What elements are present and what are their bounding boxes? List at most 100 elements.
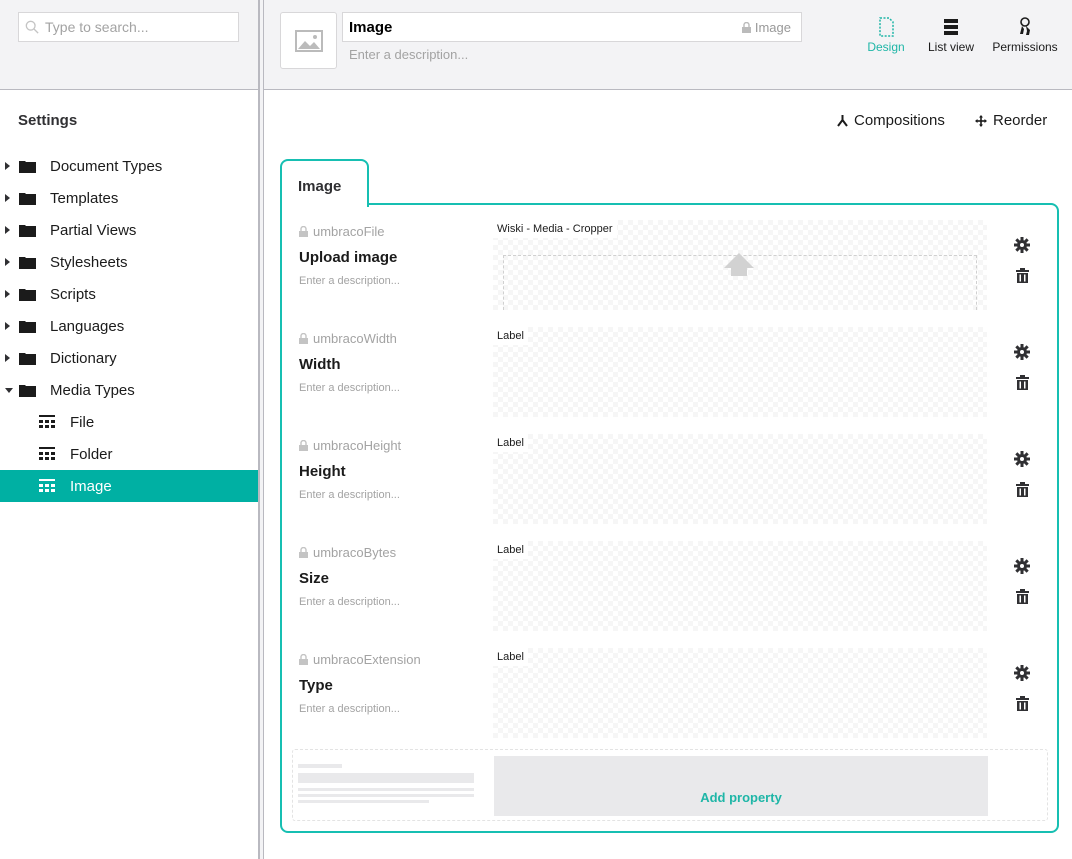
property-alias[interactable]: umbracoFile <box>299 224 385 239</box>
icon-picker[interactable] <box>280 12 337 69</box>
caret-right-icon[interactable] <box>5 226 10 234</box>
tree-item-folder[interactable]: Folder <box>0 438 258 470</box>
tree-item-document-types[interactable]: Document Types <box>0 150 258 182</box>
compositions-icon <box>837 114 848 127</box>
trash-icon[interactable] <box>1016 482 1029 497</box>
skeleton-line <box>298 773 474 783</box>
tree-item-templates[interactable]: Templates <box>0 182 258 214</box>
tree-item-image[interactable]: Image <box>0 470 258 502</box>
property-editor-preview[interactable]: Label <box>493 648 987 738</box>
lock-icon <box>299 654 308 665</box>
media-type-icon <box>39 479 55 492</box>
gear-icon[interactable] <box>1014 237 1030 253</box>
list-icon <box>944 19 958 35</box>
tree-item-partial-views[interactable]: Partial Views <box>0 214 258 246</box>
lock-icon <box>299 547 308 558</box>
property-editor-preview[interactable]: Label <box>493 327 987 417</box>
caret-right-icon[interactable] <box>5 194 10 202</box>
name-input[interactable]: Image Image <box>342 12 802 42</box>
gear-icon[interactable] <box>1014 344 1030 360</box>
name-value: Image <box>349 18 393 36</box>
sidebar: Settings Document Types Templates Partia… <box>0 0 258 859</box>
tab-design[interactable]: Design <box>860 17 912 54</box>
property-description[interactable]: Enter a description... <box>299 489 400 501</box>
media-type-icon <box>39 447 55 460</box>
tree-item-label: Languages <box>50 317 125 335</box>
caret-right-icon[interactable] <box>5 354 10 362</box>
trash-icon[interactable] <box>1016 589 1029 604</box>
property-description[interactable]: Enter a description... <box>299 703 400 715</box>
property-description[interactable]: Enter a description... <box>299 275 400 287</box>
editor-type: Label <box>493 648 528 666</box>
tree-item-languages[interactable]: Languages <box>0 310 258 342</box>
property-description[interactable]: Enter a description... <box>299 596 400 608</box>
property-row[interactable]: umbracoBytes Size Enter a description...… <box>299 541 1039 631</box>
gear-icon[interactable] <box>1014 665 1030 681</box>
tree-item-label: Media Types <box>50 381 135 399</box>
compositions-button[interactable]: Compositions <box>837 112 945 129</box>
folder-icon <box>19 256 36 269</box>
property-row[interactable]: umbracoHeight Height Enter a description… <box>299 434 1039 524</box>
property-name[interactable]: Width <box>299 356 341 373</box>
description-input[interactable]: Enter a description... <box>349 47 468 62</box>
folder-icon <box>19 288 36 301</box>
property-row[interactable]: umbracoFile Upload image Enter a descrip… <box>299 220 1039 310</box>
caret-right-icon[interactable] <box>5 162 10 170</box>
property-row[interactable]: umbracoExtension Type Enter a descriptio… <box>299 648 1039 738</box>
property-name[interactable]: Type <box>299 677 333 694</box>
tab-permissions[interactable]: Permissions <box>990 17 1060 54</box>
property-editor-preview[interactable]: Wiski - Media - Cropper <box>493 220 987 310</box>
editor-type: Label <box>493 327 528 345</box>
search-icon <box>25 20 39 34</box>
property-description[interactable]: Enter a description... <box>299 382 400 394</box>
alias-field[interactable]: Image <box>741 20 791 35</box>
trash-icon[interactable] <box>1016 375 1029 390</box>
group-tab[interactable]: Image <box>280 159 369 207</box>
reorder-label: Reorder <box>993 112 1048 129</box>
tree-item-label: Templates <box>50 189 119 207</box>
search-input[interactable] <box>45 19 225 35</box>
tab-list-view[interactable]: List view <box>924 17 978 54</box>
caret-right-icon[interactable] <box>5 322 10 330</box>
caret-right-icon[interactable] <box>5 258 10 266</box>
folder-icon <box>19 320 36 333</box>
document-dashed-icon <box>878 17 894 37</box>
property-row[interactable]: umbracoWidth Width Enter a description..… <box>299 327 1039 417</box>
tab-label: Design <box>867 40 905 54</box>
settings-tree: Document Types Templates Partial Views S… <box>0 150 258 502</box>
reorder-button[interactable]: Reorder <box>975 112 1047 129</box>
property-alias[interactable]: umbracoHeight <box>299 438 401 453</box>
folder-icon <box>19 160 36 173</box>
divider-line <box>263 0 264 859</box>
gear-icon[interactable] <box>1014 558 1030 574</box>
property-name[interactable]: Size <box>299 570 329 587</box>
tree-item-file[interactable]: File <box>0 406 258 438</box>
add-property-button[interactable]: Add property <box>494 756 988 816</box>
trash-icon[interactable] <box>1016 268 1029 283</box>
tree-item-stylesheets[interactable]: Stylesheets <box>0 246 258 278</box>
property-alias[interactable]: umbracoExtension <box>299 652 421 667</box>
property-name[interactable]: Upload image <box>299 249 397 266</box>
property-editor-preview[interactable]: Label <box>493 541 987 631</box>
editor-type: Wiski - Media - Cropper <box>493 220 617 238</box>
gear-icon[interactable] <box>1014 451 1030 467</box>
property-alias[interactable]: umbracoBytes <box>299 545 396 560</box>
caret-down-icon[interactable] <box>5 387 13 393</box>
property-alias[interactable]: umbracoWidth <box>299 331 397 346</box>
tab-label: Permissions <box>992 40 1058 54</box>
caret-right-icon[interactable] <box>5 290 10 298</box>
tree-item-dictionary[interactable]: Dictionary <box>0 342 258 374</box>
alias-text: umbracoFile <box>313 224 385 239</box>
tree-item-media-types[interactable]: Media Types <box>0 374 258 406</box>
folder-icon <box>19 352 36 365</box>
tree-item-label: Image <box>70 477 112 495</box>
trash-icon[interactable] <box>1016 696 1029 711</box>
tree-item-label: Dictionary <box>50 349 117 367</box>
alias-text: umbracoExtension <box>313 652 421 667</box>
editor-type: Label <box>493 434 528 452</box>
property-editor-preview[interactable]: Label <box>493 434 987 524</box>
compositions-label: Compositions <box>854 112 945 129</box>
property-name[interactable]: Height <box>299 463 346 480</box>
tree-item-scripts[interactable]: Scripts <box>0 278 258 310</box>
search-box[interactable] <box>18 12 239 42</box>
